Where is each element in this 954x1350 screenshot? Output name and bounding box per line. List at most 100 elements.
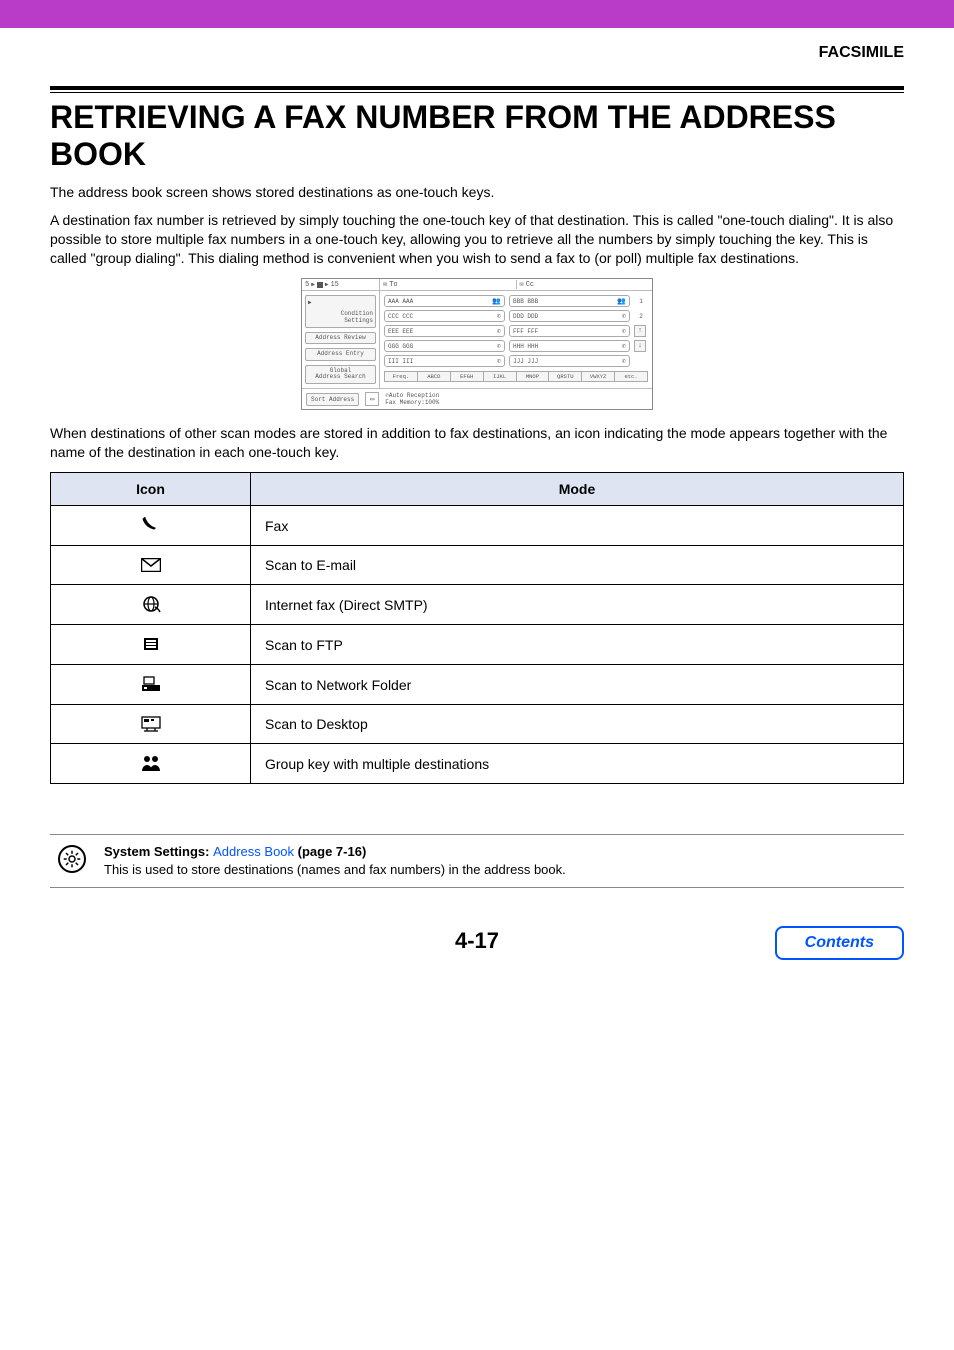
mode-cell: Scan to FTP [251, 625, 904, 665]
one-touch-key[interactable]: EEE EEE ✆ [384, 325, 505, 337]
page-current: 1 [634, 298, 648, 305]
table-row: Internet fax (Direct SMTP) [51, 585, 904, 625]
table-row: Scan to E-mail [51, 546, 904, 585]
stepper-current: 5 [305, 281, 309, 289]
page-title: RETRIEVING A FAX NUMBER FROM THE ADDRESS… [50, 99, 904, 173]
cc-field[interactable]: ✉ Cc [517, 280, 653, 289]
intro-paragraph-3: When destinations of other scan modes ar… [50, 424, 904, 462]
chevron-right-icon: ▶ [325, 281, 329, 288]
icon-cell [51, 546, 251, 585]
mode-cell: Internet fax (Direct SMTP) [251, 585, 904, 625]
internet-fax-icon [141, 593, 161, 615]
arrow-down-icon: ↓ [638, 342, 642, 350]
one-touch-key[interactable]: JJJ JJJ ✆ [509, 355, 630, 367]
sort-address-button[interactable]: Sort Address [306, 393, 359, 406]
mode-cell: Scan to Network Folder [251, 665, 904, 705]
status-line-2: Fax Memory:100% [385, 399, 439, 406]
desktop-icon [141, 713, 161, 735]
icon-cell [51, 665, 251, 705]
condition-settings-button[interactable]: ▶ Condition Settings [305, 295, 376, 327]
key-label: BBB BBB [513, 298, 538, 305]
key-label: AAA AAA [388, 298, 413, 305]
icon-cell [51, 625, 251, 665]
icon-cell [51, 744, 251, 784]
fax-phone-icon [142, 514, 160, 536]
to-field[interactable]: ✉ To [380, 280, 517, 289]
icon-cell [51, 705, 251, 744]
tab-abcd[interactable]: ABCD [417, 371, 450, 382]
condition-settings-label: Condition Settings [341, 310, 373, 324]
tab-freq[interactable]: Freq. [384, 371, 417, 382]
one-touch-key[interactable]: CCC CCC✆ [384, 310, 505, 322]
page-total: 2 [634, 313, 648, 320]
one-touch-key[interactable]: GGG GGG✆ [384, 340, 505, 352]
phone-icon: ✆ [497, 357, 501, 366]
key-label: EEE EEE [388, 328, 413, 335]
one-touch-key[interactable]: HHH HHH ✆ [509, 340, 630, 352]
table-row: Group key with multiple destinations [51, 744, 904, 784]
envelope-icon: ✉ [520, 280, 524, 289]
page-stepper[interactable]: 5 ▶ ▶ 15 [302, 279, 380, 290]
key-label: FFF FFF [513, 328, 538, 335]
address-book-link[interactable]: Address Book [213, 844, 294, 859]
phone-icon: ✆ [622, 342, 626, 351]
page-down-button[interactable]: ↓ [634, 340, 646, 352]
key-label: III III [388, 358, 413, 365]
tab-mnop[interactable]: MNOP [516, 371, 549, 382]
chevron-right-icon: ▶ [311, 281, 315, 288]
table-row: Scan to Network Folder [51, 665, 904, 705]
rule-thin [50, 92, 904, 93]
fax-status: ✆Auto Reception Fax Memory:100% [385, 392, 439, 406]
key-label: JJJ JJJ [513, 358, 538, 365]
tab-ijkl[interactable]: IJKL [483, 371, 516, 382]
section-header: FACSIMILE [50, 44, 904, 62]
mode-cell: Fax [251, 506, 904, 546]
callout-bold-prefix: System Settings: [104, 844, 213, 859]
to-label: To [389, 281, 397, 289]
table-row: Scan to Desktop [51, 705, 904, 744]
callout-page-ref: (page 7-16) [294, 844, 366, 859]
icon-cell [51, 585, 251, 625]
col-header-icon: Icon [51, 473, 251, 506]
tab-etc[interactable]: etc. [614, 371, 648, 382]
icon-mode-table: Icon Mode Fax Scan to E-mail [50, 472, 904, 784]
address-entry-button[interactable]: Address Entry [305, 348, 376, 361]
tab-qrstu[interactable]: QRSTU [548, 371, 581, 382]
one-touch-key[interactable]: FFF FFF✆ [509, 325, 630, 337]
global-address-search-button[interactable]: Global Address Search [305, 365, 376, 384]
one-touch-key[interactable]: DDD DDD ✆ [509, 310, 630, 322]
network-folder-icon [141, 673, 161, 695]
phone-icon: ✆ [497, 327, 501, 336]
preview-icon[interactable]: ▭ [365, 392, 379, 406]
cc-label: Cc [526, 281, 534, 289]
one-touch-key[interactable]: BBB BBB 👥 [509, 295, 630, 307]
phone-icon: ✆ [622, 357, 626, 366]
contents-button[interactable]: Contents [775, 926, 904, 960]
tab-vwxyz[interactable]: VWXYZ [581, 371, 614, 382]
mode-cell: Scan to Desktop [251, 705, 904, 744]
chevron-right-icon: ▶ [308, 300, 312, 307]
arrow-up-icon: ↑ [638, 327, 642, 335]
page-up-button[interactable]: ↑ [634, 325, 646, 337]
group-people-icon [140, 752, 162, 774]
address-review-button[interactable]: Address Review [305, 332, 376, 345]
one-touch-key[interactable]: III III ✆ [384, 355, 505, 367]
phone-icon: ✆ [622, 312, 626, 321]
group-people-icon: 👥 [617, 297, 626, 306]
intro-paragraph-2: A destination fax number is retrieved by… [50, 211, 904, 268]
status-line-1: Auto Reception [389, 392, 439, 399]
one-touch-key[interactable]: AAA AAA 👥 [384, 295, 505, 307]
envelope-icon: ✉ [383, 280, 387, 289]
callout-description: This is used to store destinations (name… [104, 861, 566, 879]
group-people-icon: 👥 [492, 297, 501, 306]
ftp-server-icon [142, 633, 160, 655]
top-accent-bar [0, 0, 954, 28]
rule-thick [50, 86, 904, 90]
stepper-box-icon [317, 282, 323, 288]
stepper-max: 15 [330, 281, 338, 289]
table-row: Scan to FTP [51, 625, 904, 665]
email-envelope-icon [141, 554, 161, 576]
key-label: DDD DDD [513, 313, 538, 320]
key-label: HHH HHH [513, 343, 538, 350]
tab-efgh[interactable]: EFGH [450, 371, 483, 382]
